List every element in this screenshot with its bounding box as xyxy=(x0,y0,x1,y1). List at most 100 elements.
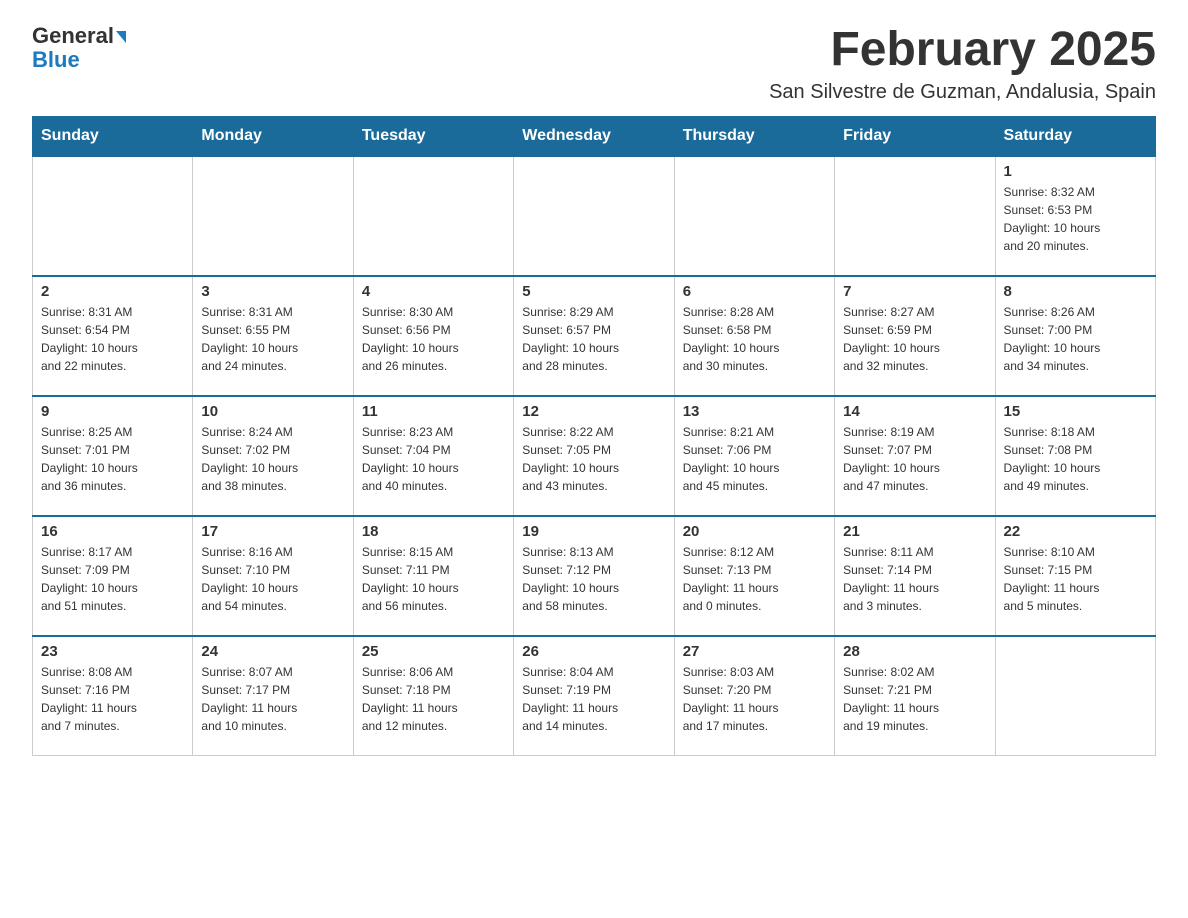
day-number: 7 xyxy=(843,283,986,300)
calendar-week-row: 2 Sunrise: 8:31 AM Sunset: 6:54 PM Daylig… xyxy=(33,276,1156,396)
calendar-day-cell: 20Sunrise: 8:12 AM Sunset: 7:13 PM Dayli… xyxy=(674,516,834,636)
calendar-table: SundayMondayTuesdayWednesdayThursdayFrid… xyxy=(32,116,1156,757)
calendar-day-cell: 5 Sunrise: 8:29 AM Sunset: 6:57 PM Daylig… xyxy=(514,276,674,396)
calendar-day-cell: 28 Sunrise: 8:02 AM Sunset: 7:21 PM Dayli… xyxy=(835,636,995,756)
day-info: Sunrise: 8:23 AM Sunset: 7:04 PM Dayligh… xyxy=(362,423,505,495)
title-block: February 2025 San Silvestre de Guzman, A… xyxy=(769,24,1156,104)
day-number: 26 xyxy=(522,643,665,660)
calendar-day-cell: 8 Sunrise: 8:26 AM Sunset: 7:00 PM Daylig… xyxy=(995,276,1155,396)
calendar-week-row: 16 Sunrise: 8:17 AM Sunset: 7:09 PM Dayli… xyxy=(33,516,1156,636)
calendar-day-cell: 13 Sunrise: 8:21 AM Sunset: 7:06 PM Dayli… xyxy=(674,396,834,516)
logo: General Blue xyxy=(32,24,126,72)
day-number: 9 xyxy=(41,403,184,420)
day-number: 23 xyxy=(41,643,184,660)
calendar-title: February 2025 xyxy=(769,24,1156,77)
day-info: Sunrise: 8:18 AM Sunset: 7:08 PM Dayligh… xyxy=(1004,423,1147,495)
calendar-day-cell xyxy=(33,156,193,276)
day-info: Sunrise: 8:11 AM Sunset: 7:14 PM Dayligh… xyxy=(843,543,986,615)
day-info: Sunrise: 8:30 AM Sunset: 6:56 PM Dayligh… xyxy=(362,303,505,375)
calendar-day-cell: 3 Sunrise: 8:31 AM Sunset: 6:55 PM Daylig… xyxy=(193,276,353,396)
day-number: 19 xyxy=(522,523,665,540)
day-number: 2 xyxy=(41,283,184,300)
calendar-day-cell: 14 Sunrise: 8:19 AM Sunset: 7:07 PM Dayli… xyxy=(835,396,995,516)
day-info: Sunrise: 8:07 AM Sunset: 7:17 PM Dayligh… xyxy=(201,663,344,735)
day-number: 12 xyxy=(522,403,665,420)
calendar-week-row: 23 Sunrise: 8:08 AM Sunset: 7:16 PM Dayli… xyxy=(33,636,1156,756)
day-info: Sunrise: 8:24 AM Sunset: 7:02 PM Dayligh… xyxy=(201,423,344,495)
calendar-day-cell: 2 Sunrise: 8:31 AM Sunset: 6:54 PM Daylig… xyxy=(33,276,193,396)
day-number: 16 xyxy=(41,523,184,540)
calendar-day-cell xyxy=(835,156,995,276)
calendar-day-cell xyxy=(674,156,834,276)
logo-blue-text: Blue xyxy=(32,48,80,72)
day-info: Sunrise: 8:08 AM Sunset: 7:16 PM Dayligh… xyxy=(41,663,184,735)
day-info: Sunrise: 8:04 AM Sunset: 7:19 PM Dayligh… xyxy=(522,663,665,735)
calendar-day-cell: 15 Sunrise: 8:18 AM Sunset: 7:08 PM Dayli… xyxy=(995,396,1155,516)
calendar-week-row: 1 Sunrise: 8:32 AM Sunset: 6:53 PM Daylig… xyxy=(33,156,1156,276)
day-of-week-header: Friday xyxy=(835,116,995,156)
day-info: Sunrise: 8:06 AM Sunset: 7:18 PM Dayligh… xyxy=(362,663,505,735)
day-info: Sunrise: 8:28 AM Sunset: 6:58 PM Dayligh… xyxy=(683,303,826,375)
calendar-day-cell: 27Sunrise: 8:03 AM Sunset: 7:20 PM Dayli… xyxy=(674,636,834,756)
logo-text: General xyxy=(32,24,126,48)
calendar-day-cell: 18 Sunrise: 8:15 AM Sunset: 7:11 PM Dayli… xyxy=(353,516,513,636)
day-number: 20 xyxy=(683,523,826,540)
calendar-day-cell: 4 Sunrise: 8:30 AM Sunset: 6:56 PM Daylig… xyxy=(353,276,513,396)
days-of-week-row: SundayMondayTuesdayWednesdayThursdayFrid… xyxy=(33,116,1156,156)
day-info: Sunrise: 8:22 AM Sunset: 7:05 PM Dayligh… xyxy=(522,423,665,495)
day-of-week-header: Wednesday xyxy=(514,116,674,156)
day-of-week-header: Sunday xyxy=(33,116,193,156)
page-header: General Blue February 2025 San Silvestre… xyxy=(32,24,1156,104)
day-number: 10 xyxy=(201,403,344,420)
day-number: 22 xyxy=(1004,523,1147,540)
day-number: 5 xyxy=(522,283,665,300)
day-number: 13 xyxy=(683,403,826,420)
day-number: 8 xyxy=(1004,283,1147,300)
day-number: 14 xyxy=(843,403,986,420)
calendar-day-cell: 11 Sunrise: 8:23 AM Sunset: 7:04 PM Dayli… xyxy=(353,396,513,516)
day-info: Sunrise: 8:31 AM Sunset: 6:55 PM Dayligh… xyxy=(201,303,344,375)
day-info: Sunrise: 8:02 AM Sunset: 7:21 PM Dayligh… xyxy=(843,663,986,735)
day-of-week-header: Saturday xyxy=(995,116,1155,156)
day-info: Sunrise: 8:32 AM Sunset: 6:53 PM Dayligh… xyxy=(1004,183,1147,255)
calendar-body: 1 Sunrise: 8:32 AM Sunset: 6:53 PM Daylig… xyxy=(33,156,1156,756)
day-of-week-header: Tuesday xyxy=(353,116,513,156)
day-info: Sunrise: 8:19 AM Sunset: 7:07 PM Dayligh… xyxy=(843,423,986,495)
calendar-day-cell: 10 Sunrise: 8:24 AM Sunset: 7:02 PM Dayli… xyxy=(193,396,353,516)
day-info: Sunrise: 8:17 AM Sunset: 7:09 PM Dayligh… xyxy=(41,543,184,615)
day-number: 4 xyxy=(362,283,505,300)
day-number: 1 xyxy=(1004,163,1147,180)
calendar-day-cell: 26 Sunrise: 8:04 AM Sunset: 7:19 PM Dayli… xyxy=(514,636,674,756)
calendar-day-cell xyxy=(193,156,353,276)
day-info: Sunrise: 8:10 AM Sunset: 7:15 PM Dayligh… xyxy=(1004,543,1147,615)
day-info: Sunrise: 8:15 AM Sunset: 7:11 PM Dayligh… xyxy=(362,543,505,615)
day-info: Sunrise: 8:25 AM Sunset: 7:01 PM Dayligh… xyxy=(41,423,184,495)
day-number: 11 xyxy=(362,403,505,420)
day-info: Sunrise: 8:31 AM Sunset: 6:54 PM Dayligh… xyxy=(41,303,184,375)
day-number: 6 xyxy=(683,283,826,300)
day-info: Sunrise: 8:16 AM Sunset: 7:10 PM Dayligh… xyxy=(201,543,344,615)
calendar-day-cell: 24 Sunrise: 8:07 AM Sunset: 7:17 PM Dayli… xyxy=(193,636,353,756)
day-number: 3 xyxy=(201,283,344,300)
day-number: 24 xyxy=(201,643,344,660)
day-info: Sunrise: 8:29 AM Sunset: 6:57 PM Dayligh… xyxy=(522,303,665,375)
calendar-day-cell: 6 Sunrise: 8:28 AM Sunset: 6:58 PM Daylig… xyxy=(674,276,834,396)
calendar-day-cell: 19 Sunrise: 8:13 AM Sunset: 7:12 PM Dayli… xyxy=(514,516,674,636)
day-info: Sunrise: 8:26 AM Sunset: 7:00 PM Dayligh… xyxy=(1004,303,1147,375)
calendar-week-row: 9 Sunrise: 8:25 AM Sunset: 7:01 PM Daylig… xyxy=(33,396,1156,516)
day-of-week-header: Monday xyxy=(193,116,353,156)
day-info: Sunrise: 8:21 AM Sunset: 7:06 PM Dayligh… xyxy=(683,423,826,495)
day-number: 21 xyxy=(843,523,986,540)
day-number: 18 xyxy=(362,523,505,540)
day-info: Sunrise: 8:03 AM Sunset: 7:20 PM Dayligh… xyxy=(683,663,826,735)
day-info: Sunrise: 8:13 AM Sunset: 7:12 PM Dayligh… xyxy=(522,543,665,615)
calendar-day-cell: 12 Sunrise: 8:22 AM Sunset: 7:05 PM Dayli… xyxy=(514,396,674,516)
day-number: 28 xyxy=(843,643,986,660)
calendar-day-cell: 9 Sunrise: 8:25 AM Sunset: 7:01 PM Daylig… xyxy=(33,396,193,516)
calendar-day-cell: 1 Sunrise: 8:32 AM Sunset: 6:53 PM Daylig… xyxy=(995,156,1155,276)
calendar-subtitle: San Silvestre de Guzman, Andalusia, Spai… xyxy=(769,81,1156,104)
calendar-day-cell: 21 Sunrise: 8:11 AM Sunset: 7:14 PM Dayli… xyxy=(835,516,995,636)
day-number: 15 xyxy=(1004,403,1147,420)
day-number: 17 xyxy=(201,523,344,540)
calendar-day-cell: 25Sunrise: 8:06 AM Sunset: 7:18 PM Dayli… xyxy=(353,636,513,756)
